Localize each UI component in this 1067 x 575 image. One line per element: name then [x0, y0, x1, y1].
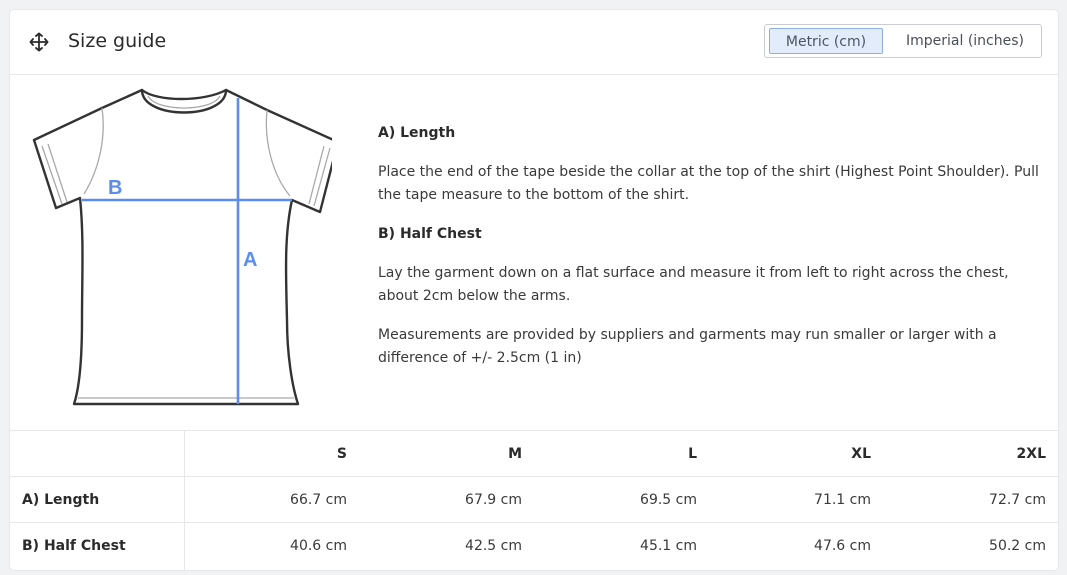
- table-cell: 42.5 cm: [465, 538, 522, 554]
- table-cell: 71.1 cm: [814, 492, 871, 508]
- unit-toggle: Metric (cm) Imperial (inches): [764, 24, 1042, 58]
- size-header-l: L: [688, 446, 697, 462]
- length-heading: A) Length: [378, 125, 456, 141]
- label-b: B: [108, 177, 122, 199]
- metric-unit-button[interactable]: Metric (cm): [769, 28, 883, 54]
- table-header-row: S M L XL 2XL: [10, 430, 1058, 477]
- table-cell: 45.1 cm: [640, 538, 697, 554]
- table-cell: 40.6 cm: [290, 538, 347, 554]
- page-title: Size guide: [68, 30, 167, 52]
- row-label-half-chest: B) Half Chest: [22, 538, 126, 554]
- table-cell: 67.9 cm: [465, 492, 522, 508]
- half-chest-description: Lay the garment down on a flat surface a…: [378, 265, 1009, 304]
- imperial-unit-button[interactable]: Imperial (inches): [893, 28, 1037, 54]
- size-guide-card: Size guide Metric (cm) Imperial (inches)…: [10, 10, 1058, 570]
- table-cell: 66.7 cm: [290, 492, 347, 508]
- table-cell: 47.6 cm: [814, 538, 871, 554]
- label-a: A: [243, 249, 257, 271]
- move-icon[interactable]: [29, 32, 49, 52]
- size-header-xl: XL: [851, 446, 871, 462]
- measurement-instructions: A) Length Place the end of the tape besi…: [378, 122, 1050, 370]
- table-row: B) Half Chest 40.6 cm 42.5 cm 45.1 cm 47…: [10, 522, 1058, 569]
- size-table: S M L XL 2XL A) Length 66.7 cm 67.9 cm 6…: [10, 430, 1058, 570]
- table-cell: 50.2 cm: [989, 538, 1046, 554]
- length-description: Place the end of the tape beside the col…: [378, 164, 1039, 203]
- size-guide-header: Size guide Metric (cm) Imperial (inches): [10, 10, 1058, 75]
- size-header-s: S: [336, 446, 347, 462]
- tshirt-measurement-diagram: B A: [32, 88, 332, 406]
- tshirt-outline: [32, 88, 332, 406]
- row-label-length: A) Length: [22, 492, 100, 508]
- half-chest-heading: B) Half Chest: [378, 226, 482, 242]
- table-cell: 69.5 cm: [640, 492, 697, 508]
- size-header-m: M: [508, 446, 522, 462]
- measurement-note: Measurements are provided by suppliers a…: [378, 327, 997, 366]
- size-header-2xl: 2XL: [1016, 446, 1046, 462]
- table-cell: 72.7 cm: [989, 492, 1046, 508]
- table-row: A) Length 66.7 cm 67.9 cm 69.5 cm 71.1 c…: [10, 476, 1058, 523]
- measurement-lines: [82, 98, 292, 404]
